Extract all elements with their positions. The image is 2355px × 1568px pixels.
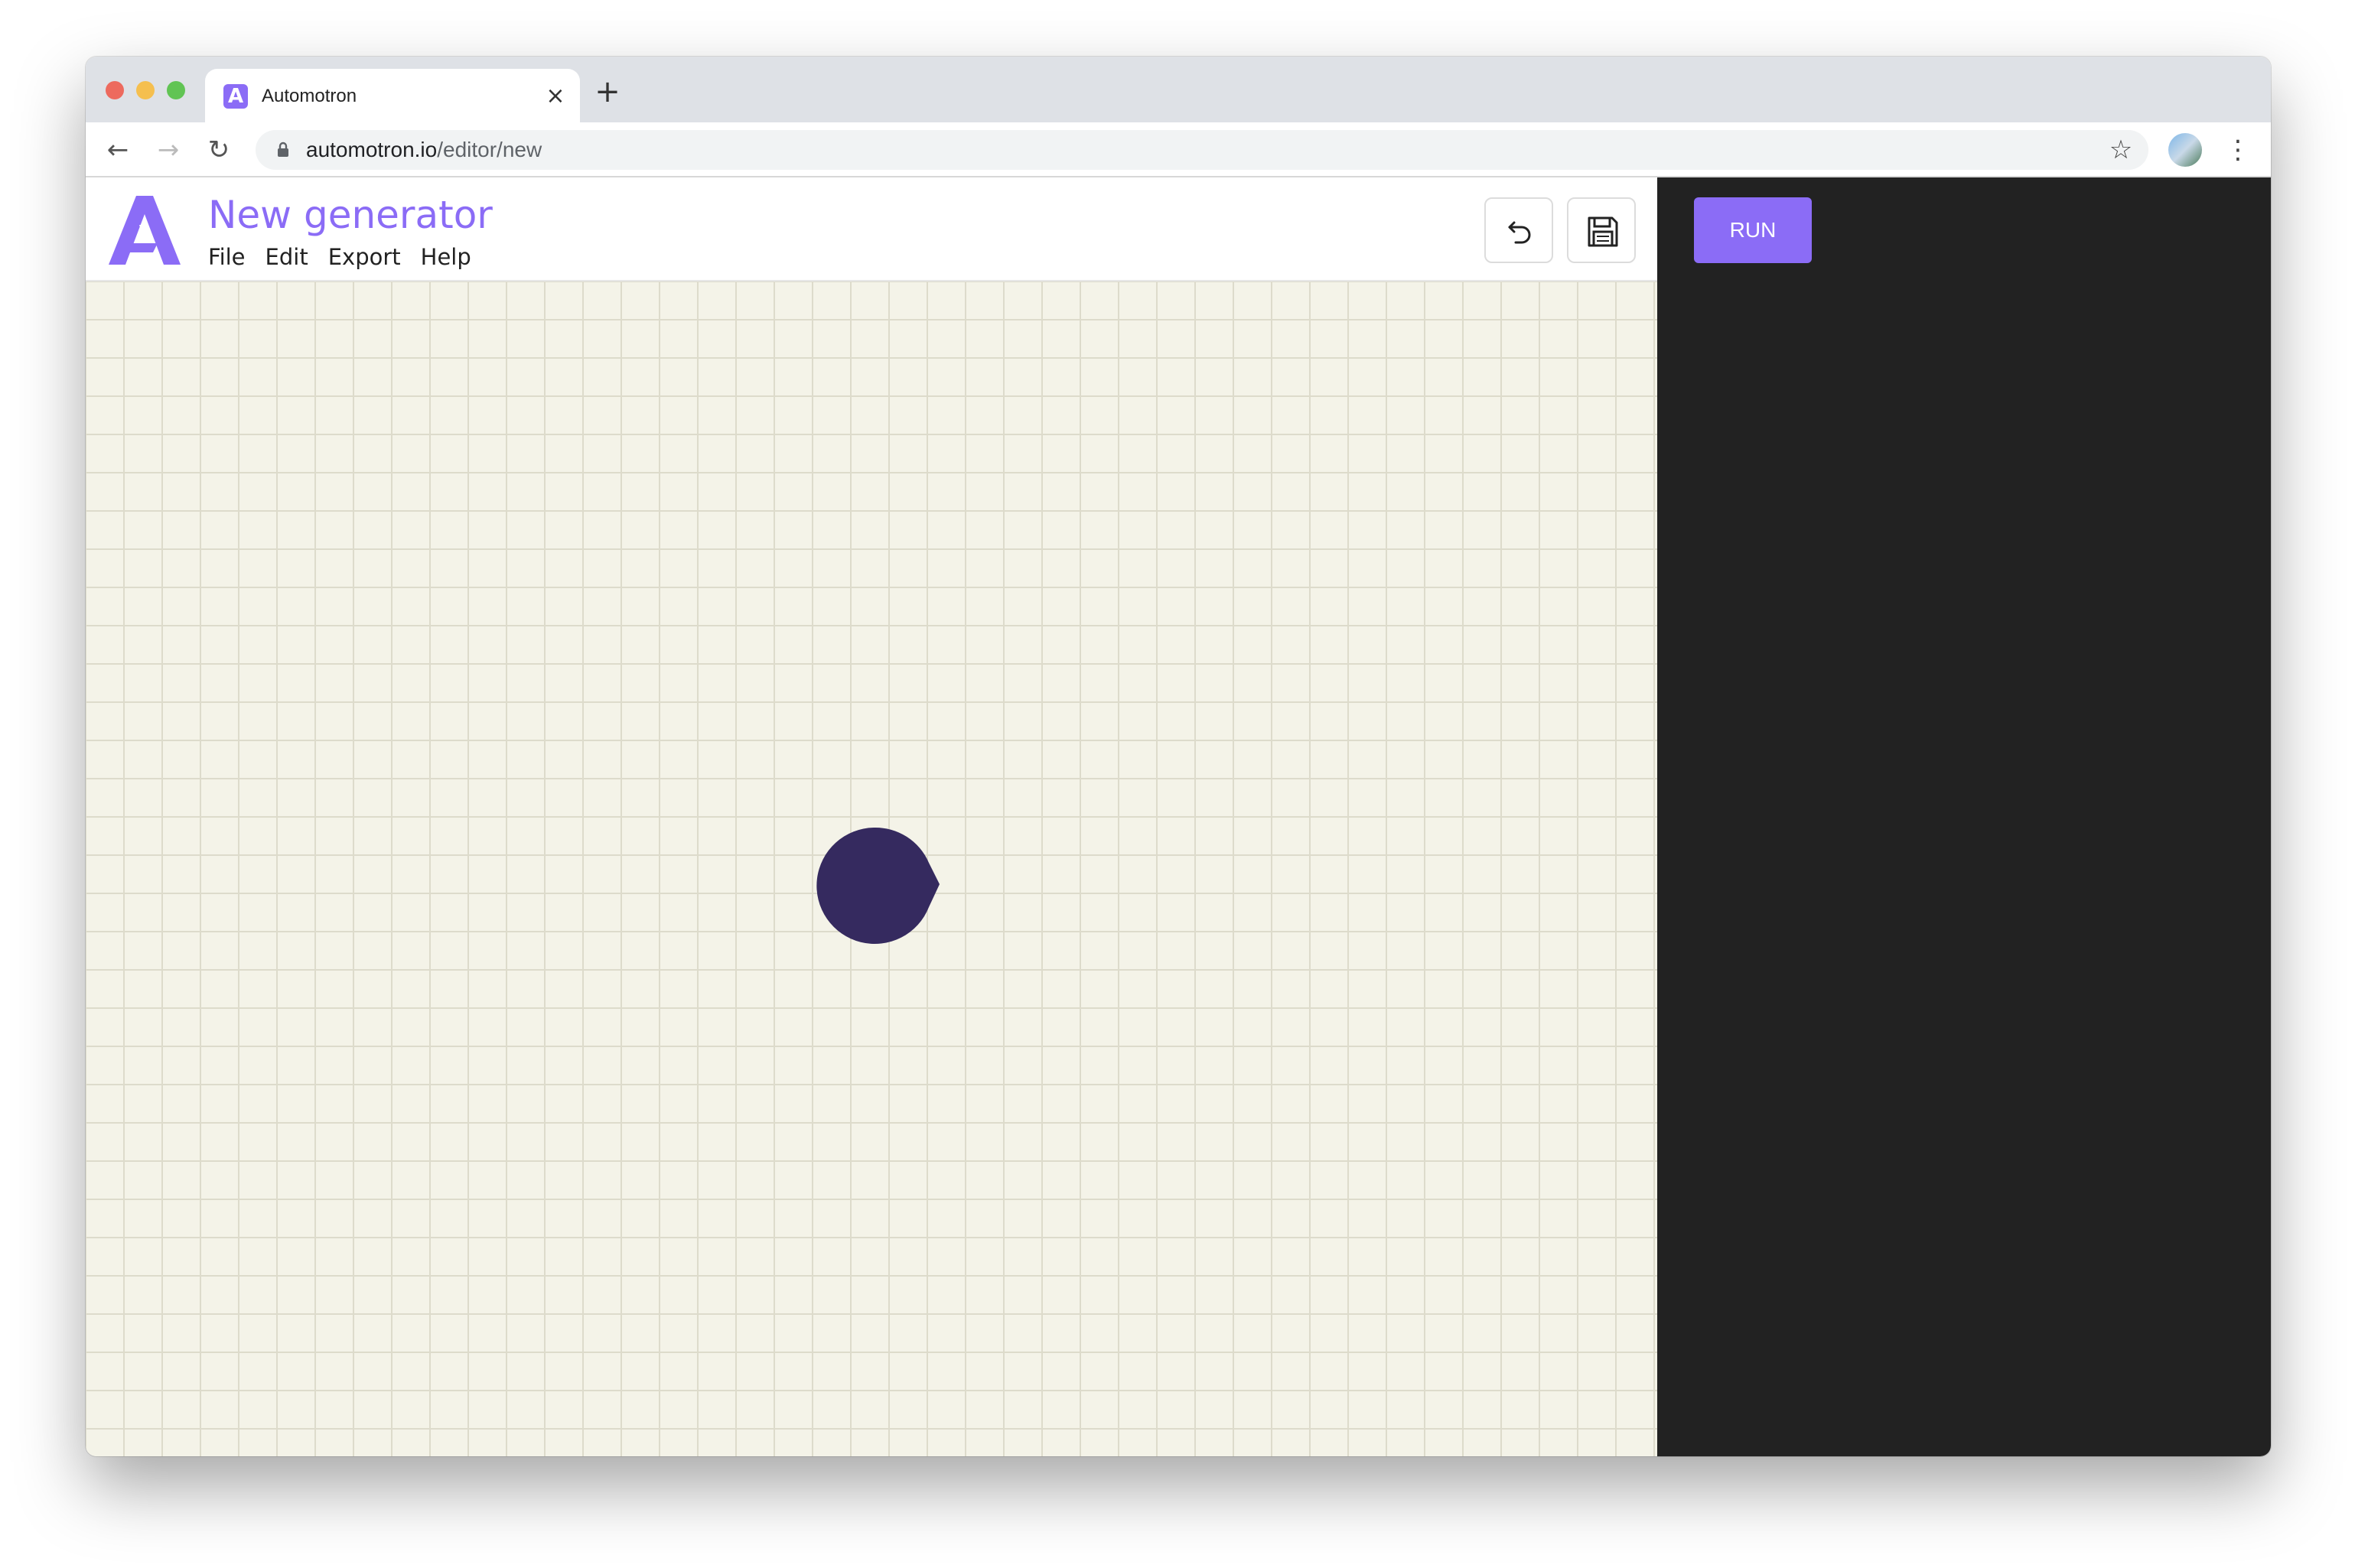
back-arrow-icon[interactable]: ← bbox=[101, 133, 135, 167]
browser-menu-icon[interactable]: ⋮ bbox=[2225, 133, 2251, 167]
floppy-disk-icon bbox=[1588, 216, 1618, 247]
app-header: New generator File Edit Export Help bbox=[86, 177, 1657, 281]
graph-canvas[interactable] bbox=[86, 281, 1657, 1456]
save-button[interactable] bbox=[1567, 197, 1636, 263]
close-tab-icon[interactable]: × bbox=[542, 83, 569, 110]
tab-strip: A Automotron × + bbox=[86, 57, 2271, 122]
browser-toolbar: ← → ↻ automotron.io/editor/new ☆ ⋮ bbox=[86, 122, 2271, 177]
maximize-window-button[interactable] bbox=[167, 81, 185, 99]
run-button[interactable]: RUN bbox=[1694, 197, 1812, 263]
menu-file[interactable]: File bbox=[208, 242, 246, 272]
tab-title: Automotron bbox=[262, 86, 357, 106]
menu-bar: File Edit Export Help bbox=[208, 242, 471, 272]
tab-automotron[interactable]: A Automotron × bbox=[205, 69, 580, 122]
automotron-logo-icon bbox=[109, 196, 181, 265]
url-path: /editor/new bbox=[437, 138, 542, 161]
new-tab-icon[interactable]: + bbox=[592, 76, 623, 107]
profile-avatar[interactable] bbox=[2168, 133, 2202, 167]
lock-icon bbox=[278, 142, 288, 157]
undo-icon bbox=[1508, 221, 1531, 244]
bookmark-star-icon[interactable]: ☆ bbox=[2107, 136, 2135, 164]
automotron-app: New generator File Edit Export Help RUN bbox=[86, 177, 2271, 1456]
undo-button[interactable] bbox=[1484, 197, 1553, 263]
editor-area: New generator File Edit Export Help bbox=[86, 177, 1657, 1456]
start-node[interactable] bbox=[814, 826, 952, 945]
address-bar[interactable]: automotron.io/editor/new ☆ bbox=[256, 130, 2148, 170]
menu-edit[interactable]: Edit bbox=[265, 242, 308, 272]
url-text: automotron.io/editor/new bbox=[306, 138, 542, 162]
reload-icon[interactable]: ↻ bbox=[202, 133, 236, 167]
minimize-window-button[interactable] bbox=[136, 81, 155, 99]
url-host: automotron.io bbox=[306, 138, 438, 161]
automotron-favicon-icon: A bbox=[223, 84, 248, 109]
forward-arrow-icon[interactable]: → bbox=[151, 133, 185, 167]
output-panel: RUN bbox=[1657, 177, 2271, 1456]
browser-window: A Automotron × + ← → ↻ automotron.io/edi… bbox=[86, 57, 2271, 1456]
close-window-button[interactable] bbox=[106, 81, 124, 99]
menu-help[interactable]: Help bbox=[421, 242, 471, 272]
menu-export[interactable]: Export bbox=[328, 242, 401, 272]
document-title[interactable]: New generator bbox=[208, 191, 493, 239]
